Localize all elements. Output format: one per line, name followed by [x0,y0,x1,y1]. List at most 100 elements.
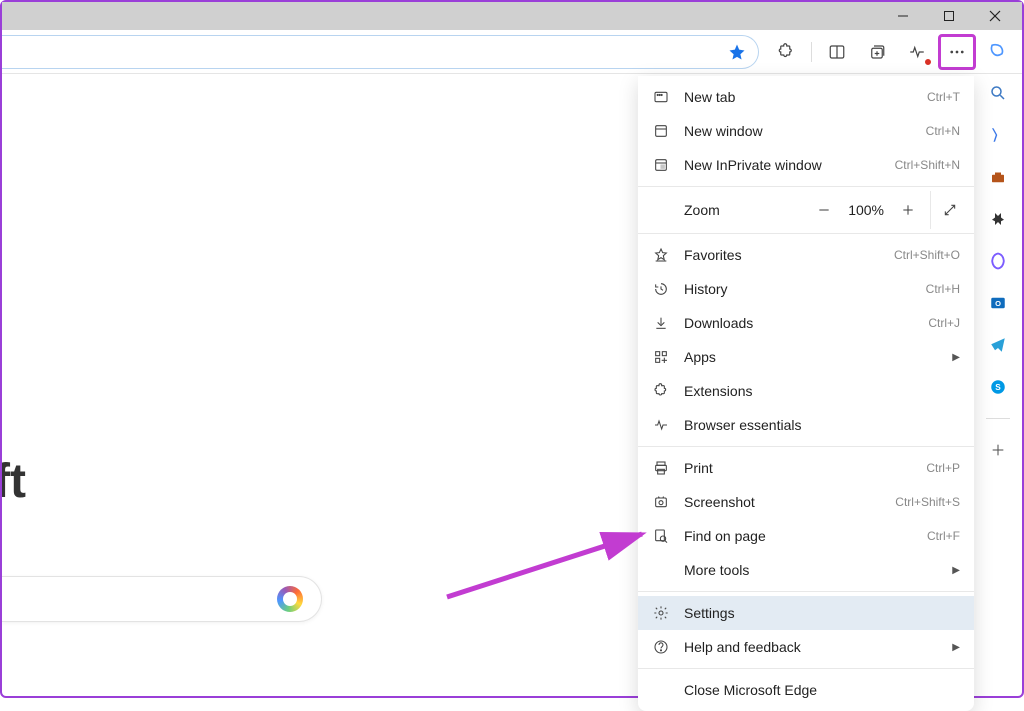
downloads-icon [652,314,670,332]
sidebar-shopping-button[interactable] [987,124,1009,146]
menu-shortcut: Ctrl+T [927,90,960,104]
sidebar-tools-button[interactable] [987,166,1009,188]
browser-essentials-button[interactable] [898,34,936,70]
settings-icon [652,604,670,622]
browser-toolbar [2,30,1022,74]
new-tab-icon [652,88,670,106]
submenu-arrow-icon: ▶ [952,565,960,576]
submenu-arrow-icon: ▶ [952,352,960,363]
sidebar-search-button[interactable] [987,82,1009,104]
menu-item-close-edge[interactable]: Close Microsoft Edge [638,673,974,707]
menu-item-downloads[interactable]: Downloads Ctrl+J [638,306,974,340]
menu-shortcut: Ctrl+Shift+S [895,495,960,509]
menu-label: Extensions [684,383,960,399]
menu-label: Apps [684,349,952,365]
window-titlebar [2,2,1022,30]
sidebar-telegram-button[interactable] [987,334,1009,356]
copilot-button[interactable] [978,34,1016,70]
menu-item-find[interactable]: Find on page Ctrl+F [638,519,974,553]
menu-label: Browser essentials [684,417,960,433]
inprivate-icon [652,156,670,174]
sidebar-m365-button[interactable] [987,250,1009,272]
favorites-icon [652,246,670,264]
menu-item-help[interactable]: Help and feedback ▶ [638,630,974,664]
address-bar[interactable] [2,35,759,69]
menu-item-zoom: Zoom 100% [638,191,974,229]
svg-text:S: S [995,383,1001,392]
edge-sidebar: O S [976,76,1020,461]
menu-separator [638,186,974,187]
menu-shortcut: Ctrl+Shift+O [894,248,960,262]
search-box[interactable] [2,576,322,622]
menu-shortcut: Ctrl+J [928,316,960,330]
sidebar-skype-button[interactable]: S [987,376,1009,398]
copilot-swirl-icon [277,586,303,612]
menu-label: New tab [684,89,927,105]
notification-dot-icon [924,58,932,66]
blank-icon [652,561,670,579]
menu-shortcut: Ctrl+F [927,529,960,543]
menu-label: Print [684,460,926,476]
menu-label: Find on page [684,528,927,544]
sidebar-outlook-button[interactable]: O [987,292,1009,314]
menu-shortcut: Ctrl+H [926,282,960,296]
fullscreen-button[interactable] [930,191,968,229]
zoom-out-button[interactable] [808,194,840,226]
menu-item-settings[interactable]: Settings [638,596,974,630]
help-icon [652,638,670,656]
toolbar-divider [811,42,812,62]
window-minimize-button[interactable] [880,2,926,30]
extensions-button[interactable] [767,34,805,70]
favorite-star-icon[interactable] [728,43,746,61]
menu-label: More tools [684,562,952,578]
print-icon [652,459,670,477]
menu-item-browser-essentials[interactable]: Browser essentials [638,408,974,442]
menu-label: Favorites [684,247,894,263]
menu-item-history[interactable]: History Ctrl+H [638,272,974,306]
split-screen-button[interactable] [818,34,856,70]
extensions-icon [652,382,670,400]
menu-label: Close Microsoft Edge [684,682,960,698]
svg-text:O: O [995,299,1001,308]
collections-button[interactable] [858,34,896,70]
heartbeat-icon [652,416,670,434]
menu-item-favorites[interactable]: Favorites Ctrl+Shift+O [638,238,974,272]
history-icon [652,280,670,298]
sidebar-divider [986,418,1010,419]
zoom-in-button[interactable] [892,194,924,226]
window-maximize-button[interactable] [926,2,972,30]
page-headline-fragment: ft [2,454,26,509]
menu-separator [638,233,974,234]
menu-shortcut: Ctrl+P [926,461,960,475]
menu-label: New window [684,123,926,139]
menu-item-more-tools[interactable]: More tools ▶ [638,553,974,587]
settings-and-more-menu: New tab Ctrl+T New window Ctrl+N New InP… [638,76,974,711]
menu-label: Settings [684,605,960,621]
menu-separator [638,591,974,592]
menu-item-print[interactable]: Print Ctrl+P [638,451,974,485]
menu-label: History [684,281,926,297]
menu-item-screenshot[interactable]: Screenshot Ctrl+Shift+S [638,485,974,519]
menu-label: Help and feedback [684,639,952,655]
menu-item-new-inprivate[interactable]: New InPrivate window Ctrl+Shift+N [638,148,974,182]
menu-item-new-tab[interactable]: New tab Ctrl+T [638,80,974,114]
sidebar-add-button[interactable] [987,439,1009,461]
find-icon [652,527,670,545]
menu-item-extensions[interactable]: Extensions [638,374,974,408]
menu-shortcut: Ctrl+N [926,124,960,138]
more-options-button[interactable] [938,34,976,70]
menu-label: Downloads [684,315,928,331]
submenu-arrow-icon: ▶ [952,642,960,653]
sidebar-games-button[interactable] [987,208,1009,230]
zoom-label: Zoom [684,202,808,218]
menu-label: Screenshot [684,494,895,510]
new-window-icon [652,122,670,140]
screenshot-icon [652,493,670,511]
window-close-button[interactable] [972,2,1018,30]
menu-shortcut: Ctrl+Shift+N [895,158,960,172]
menu-separator [638,668,974,669]
menu-item-apps[interactable]: Apps ▶ [638,340,974,374]
menu-item-new-window[interactable]: New window Ctrl+N [638,114,974,148]
apps-icon [652,348,670,366]
menu-separator [638,446,974,447]
